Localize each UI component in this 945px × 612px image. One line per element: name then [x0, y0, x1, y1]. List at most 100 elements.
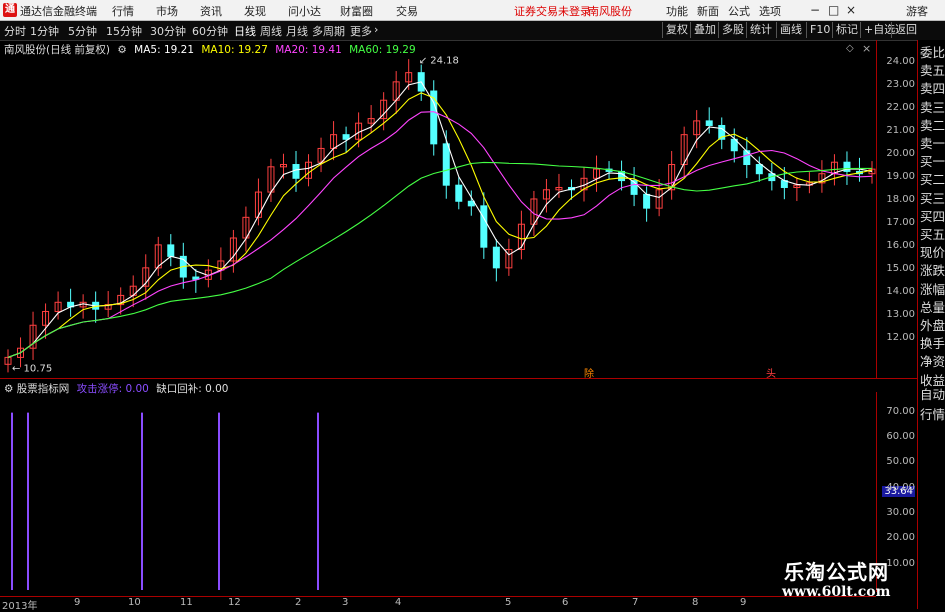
close-icon[interactable]: ×	[846, 3, 856, 17]
close-panel-icon[interactable]: ×	[862, 42, 871, 55]
period-multi[interactable]: 多周期	[312, 23, 345, 39]
period-daily[interactable]: 日线	[234, 23, 256, 39]
menu-market[interactable]: 行情	[112, 3, 134, 19]
sidebar-item[interactable]: 买二	[920, 169, 945, 188]
panel-divider	[0, 378, 917, 379]
candle-body	[342, 134, 350, 140]
menu-wealth[interactable]: 财富圈	[340, 3, 373, 19]
watermark-text: 乐淘公式网	[784, 560, 889, 584]
time-axis: 2013年 9 10 11 12 2 3 4 5 6 7 8 9	[0, 596, 876, 612]
period-5min[interactable]: 5分钟	[68, 23, 97, 39]
app-name: 通达信金融终端	[20, 5, 97, 18]
period-1min[interactable]: 1分钟	[30, 23, 59, 39]
candlestick-chart[interactable]: ↙ 24.18 ← 10.75 除 头	[0, 40, 876, 378]
sidebar-item[interactable]: 卖一	[920, 133, 945, 152]
settings-icon[interactable]: ⚙	[117, 44, 126, 56]
sidebar-item[interactable]: 净资	[920, 351, 945, 370]
button-stats[interactable]: 统计	[746, 22, 775, 38]
period-weekly[interactable]: 周线	[260, 23, 282, 39]
chevron-right-icon[interactable]: ›	[374, 23, 378, 36]
time-tick: 5	[505, 597, 512, 608]
price-tick: 12.00	[886, 332, 915, 344]
sidebar-item[interactable]: 买三	[920, 188, 945, 207]
candle-body	[643, 193, 651, 209]
price-tick: 22.00	[886, 102, 915, 114]
candle-body	[455, 184, 463, 202]
price-tick: 16.00	[886, 240, 915, 252]
menu-formula[interactable]: 公式	[728, 3, 750, 19]
time-tick: 9	[74, 597, 81, 608]
diamond-icon[interactable]: ◇	[846, 43, 854, 54]
sidebar-item[interactable]: 换手	[920, 333, 945, 352]
candle-body	[492, 246, 500, 269]
menu-new-screen[interactable]: 新面	[697, 3, 719, 19]
sidebar-item[interactable]: 行情	[920, 404, 945, 423]
price-tick: 13.00	[886, 309, 915, 321]
user-label[interactable]: 游客	[906, 3, 928, 19]
sidebar-item[interactable]: 卖四	[920, 78, 945, 97]
button-multi-stock[interactable]: 多股	[718, 22, 747, 38]
sidebar-item[interactable]: 现价	[920, 242, 945, 261]
candle-body	[442, 143, 450, 186]
sidebar-item[interactable]: 自动	[920, 384, 945, 403]
time-tick: 11	[180, 597, 193, 608]
price-tick: 21.00	[886, 125, 915, 137]
period-monthly[interactable]: 月线	[286, 23, 308, 39]
button-draw[interactable]: 画线	[776, 22, 805, 38]
indicator-tick: 20.00	[886, 532, 915, 544]
sidebar-item[interactable]: 卖三	[920, 97, 945, 116]
price-tick: 24.00	[886, 56, 915, 68]
indicator-tick: 50.00	[886, 456, 915, 468]
button-overlay[interactable]: 叠加	[690, 22, 719, 38]
price-tick: 15.00	[886, 263, 915, 275]
indicator-chart[interactable]	[0, 392, 876, 592]
button-f10[interactable]: F10	[806, 22, 833, 38]
period-tick[interactable]: 分时	[4, 23, 26, 39]
sidebar-item[interactable]: 买四	[920, 206, 945, 225]
sidebar-item[interactable]: 总量	[920, 297, 945, 316]
time-tick: 12	[228, 597, 241, 608]
minimize-icon[interactable]: −	[810, 3, 820, 17]
sidebar-item[interactable]: 卖五	[920, 60, 945, 79]
menu-function[interactable]: 功能	[666, 3, 688, 19]
price-tick: 23.00	[886, 79, 915, 91]
candle-body	[292, 164, 300, 179]
maximize-icon[interactable]: □	[828, 3, 839, 17]
event-marker[interactable]: 头	[766, 368, 776, 378]
menu-discover[interactable]: 发现	[244, 3, 266, 19]
sidebar-item[interactable]: 买五	[920, 224, 945, 243]
chart-legend: 南风股份(日线 前复权) ⚙ MA5: 19.21 MA10: 19.27 MA…	[4, 42, 420, 57]
period-more[interactable]: 更多	[350, 23, 372, 39]
time-tick: 8	[692, 597, 699, 608]
watermark: 乐淘公式网 www.60lt.com	[752, 552, 917, 609]
sidebar-item[interactable]: 涨幅	[920, 279, 945, 298]
sidebar-item[interactable]: 委比	[920, 42, 945, 61]
menu-news[interactable]: 资讯	[200, 3, 222, 19]
event-marker[interactable]: 除	[584, 367, 594, 378]
candle-body	[480, 205, 488, 248]
button-back[interactable]: 返回	[891, 22, 920, 38]
period-30min[interactable]: 30分钟	[150, 23, 186, 39]
low-annotation: ← 10.75	[12, 364, 52, 375]
menu-options[interactable]: 选项	[759, 3, 781, 19]
high-annotation: ↙ 24.18	[419, 55, 459, 66]
period-15min[interactable]: 15分钟	[106, 23, 142, 39]
quote-sidebar: 委比 卖五 卖四 卖三 卖二 卖一 买一 买二 买三 买四 买五 现价 涨跌 涨幅 总量 外盘 换手 净资 收益 自动…	[917, 40, 945, 609]
price-tick: 14.00	[886, 286, 915, 298]
period-60min[interactable]: 60分钟	[192, 23, 228, 39]
button-mark[interactable]: 标记	[832, 22, 861, 38]
chart-title: 南风股份(日线 前复权)	[4, 44, 111, 56]
indicator-tick: 60.00	[886, 431, 915, 442]
price-tick: 17.00	[886, 217, 915, 229]
ma60-label: MA60: 19.29	[349, 44, 416, 56]
button-adjust[interactable]: 复权	[662, 22, 691, 38]
sidebar-item[interactable]: 涨跌	[920, 260, 945, 279]
menu-market-list[interactable]: 市场	[156, 3, 178, 19]
sidebar-item[interactable]: 外盘	[920, 315, 945, 334]
sidebar-item[interactable]: 卖二	[920, 115, 945, 134]
menu-trade[interactable]: 交易	[396, 3, 418, 19]
candle-body	[167, 244, 175, 257]
menu-ask[interactable]: 问小达	[288, 3, 321, 19]
sidebar-item[interactable]: 买一	[920, 151, 945, 170]
login-notice[interactable]: 证券交易未登录	[514, 3, 591, 19]
